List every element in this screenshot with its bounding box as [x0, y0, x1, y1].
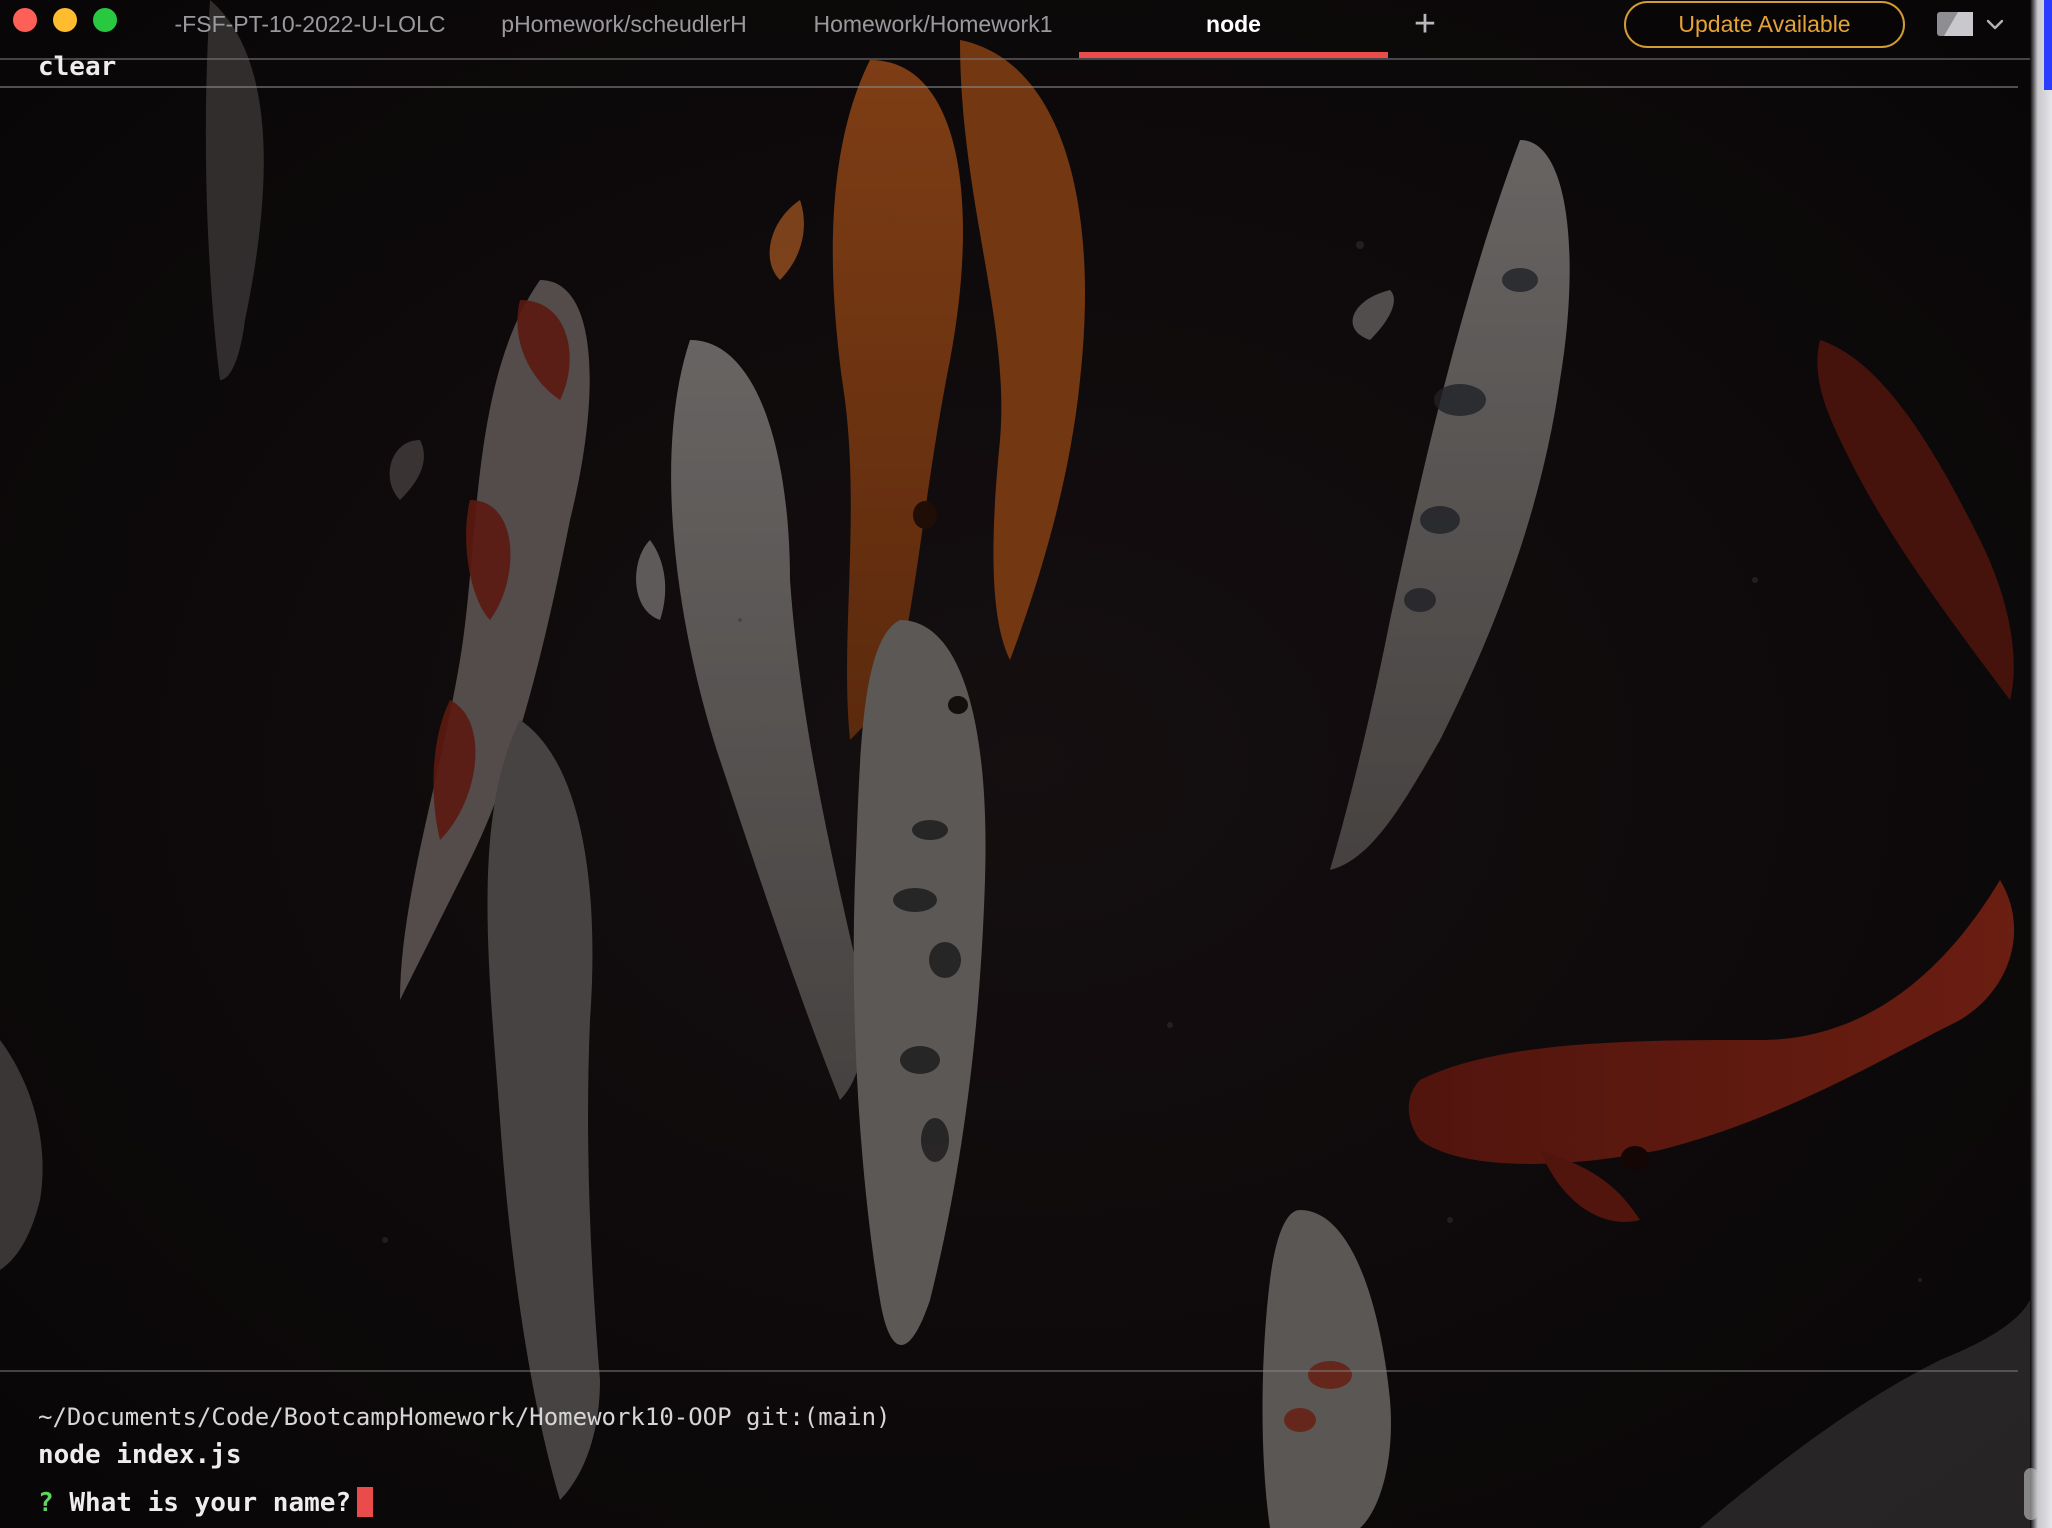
previous-command: clear [38, 52, 117, 82]
minimize-window-button[interactable] [53, 8, 77, 32]
terminal-scrollbar[interactable] [2024, 1468, 2038, 1520]
text-cursor [357, 1487, 374, 1517]
inquirer-prompt[interactable]: ? What is your name? [38, 1487, 374, 1518]
tab-bar: -FSF-PT-10-2022-U-LOLC pHomework/scheudl… [0, 0, 2030, 58]
plus-icon[interactable]: + [1405, 4, 1445, 44]
window-frame-right-edge [2030, 0, 2052, 1528]
close-window-button[interactable] [13, 8, 37, 32]
chevron-down-icon [1986, 19, 2004, 30]
update-available-button[interactable]: Update Available [1624, 1, 1905, 48]
prompt-question-mark: ? [38, 1488, 54, 1518]
tab-homework1[interactable]: Homework/Homework1 [783, 0, 1083, 58]
tab-node[interactable]: node [1079, 0, 1388, 58]
tab-bar-divider [0, 58, 2030, 60]
prompt-question-text: What is your name? [69, 1488, 352, 1518]
layout-menu-button[interactable] [1932, 8, 2012, 40]
split-pane-icon [1937, 12, 1973, 36]
zoom-window-button[interactable] [93, 8, 117, 32]
tab-scheduler-homework[interactable]: pHomework/scheudlerH [474, 0, 774, 58]
koi-wallpaper-background [0, 0, 2052, 1528]
working-directory: ~/Documents/Code/BootcampHomework/Homewo… [38, 1403, 891, 1431]
tab-bootcamp-repo[interactable]: -FSF-PT-10-2022-U-LOLC [160, 0, 460, 58]
window-frame-accent [2044, 0, 2052, 90]
command-block-divider [0, 1370, 2018, 1372]
current-command: node index.js [38, 1440, 242, 1470]
terminal-window: -FSF-PT-10-2022-U-LOLC pHomework/scheudl… [0, 0, 2052, 1528]
command-block-divider [0, 86, 2018, 88]
